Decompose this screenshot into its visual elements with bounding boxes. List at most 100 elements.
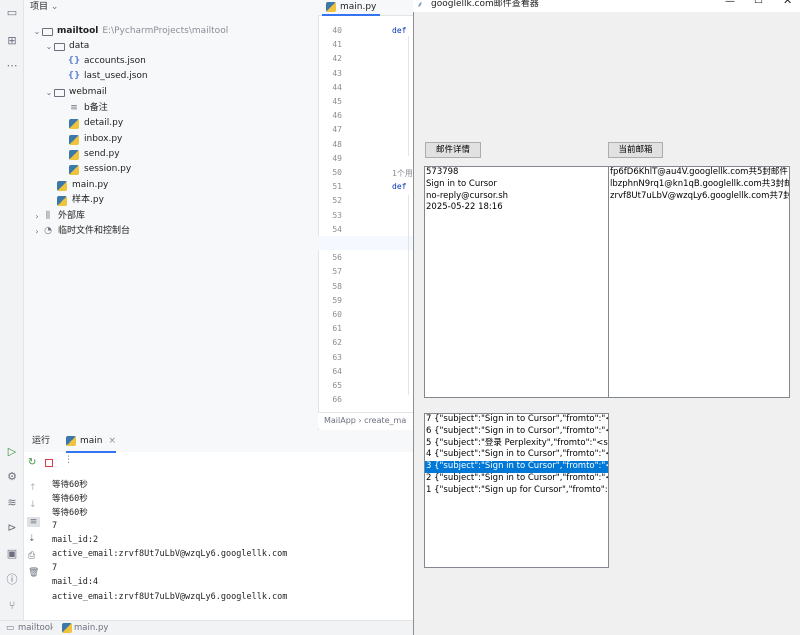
list-item[interactable]: lbzphnN9rq1@kn1qB.googlellk.com共3封邮件 bbox=[609, 179, 789, 191]
current-line-highlight bbox=[318, 236, 413, 250]
mail-detail-button[interactable]: 邮件详情 bbox=[425, 142, 481, 158]
rerun-icon[interactable]: ↻ bbox=[28, 457, 36, 468]
chevron-right-icon[interactable]: › bbox=[32, 224, 42, 239]
line-number: 52 bbox=[332, 196, 342, 206]
list-item[interactable]: 2025-05-22 18:16 bbox=[425, 202, 608, 214]
layers-icon[interactable]: ≋ bbox=[4, 494, 20, 510]
tab-run-main[interactable]: main × bbox=[66, 434, 117, 453]
tree-item-data[interactable]: ⌄ data bbox=[44, 39, 90, 54]
line-number: 59 bbox=[332, 295, 342, 305]
chevron-down-icon[interactable]: ⌄ bbox=[44, 85, 54, 100]
more-icon[interactable]: ⋯ bbox=[4, 57, 20, 73]
status-file[interactable]: main.py bbox=[74, 621, 108, 635]
trash-icon[interactable]: 🗑 bbox=[28, 568, 39, 578]
usage-hint[interactable]: 1个用 bbox=[392, 168, 413, 179]
tree-root[interactable]: ⌄ mailtool E:\PycharmProjects\mailtool bbox=[32, 24, 229, 39]
run-icon[interactable]: ▷ bbox=[4, 443, 20, 459]
editor-tab-bar: main.py bbox=[318, 0, 413, 16]
tree-item-sample-py[interactable]: 样本.py bbox=[56, 193, 104, 208]
list-item[interactable]: zrvf8Ut7uLbV@wzqLy6.googlellk.com共7封邮件 bbox=[609, 191, 789, 203]
tree-item-label: accounts.json bbox=[84, 56, 146, 66]
chevron-down-icon[interactable]: ⌄ bbox=[32, 24, 42, 39]
list-item[interactable]: 6 {"subject":"Sign in to Cursor","fromto… bbox=[425, 426, 608, 438]
tree-item-external-libraries[interactable]: › ⫼ 外部库 bbox=[32, 209, 85, 224]
list-item[interactable]: no-reply@cursor.sh bbox=[425, 191, 608, 203]
tree-item-label: 临时文件和控制台 bbox=[58, 226, 131, 236]
list-item[interactable]: 4 {"subject":"Sign in to Cursor","fromto… bbox=[425, 449, 608, 461]
list-item[interactable]: 573798 bbox=[425, 167, 608, 179]
tree-item-webmail[interactable]: ⌄ webmail bbox=[44, 85, 107, 100]
feather-icon: ⸙ bbox=[417, 0, 423, 9]
mailbox-listbox[interactable]: fp6fD6KhlT@au4V.googlellk.com共5封邮件 lbzphn… bbox=[608, 166, 790, 398]
tree-item-label: main.py bbox=[72, 180, 109, 190]
window-titlebar[interactable]: ⸙ googlellk.com邮件查看器 — ☐ ✕ bbox=[413, 0, 800, 12]
structure-icon[interactable]: ⊞ bbox=[4, 32, 20, 48]
scroll-to-end-icon[interactable]: ⇣ bbox=[28, 534, 36, 544]
arrow-down-icon[interactable]: ↓ bbox=[29, 500, 37, 510]
python-file-icon bbox=[68, 164, 80, 176]
project-panel-header[interactable]: 项目 ⌄ bbox=[24, 0, 318, 16]
run-panel-header: 运行 main × bbox=[24, 430, 413, 453]
soft-wrap-icon[interactable]: ≡ bbox=[27, 517, 40, 527]
tree-item-scratches[interactable]: › ◔ 临时文件和控制台 bbox=[32, 224, 130, 239]
terminal-icon[interactable]: ▣ bbox=[4, 545, 20, 561]
list-item[interactable]: 1 {"subject":"Sign up for Cursor","fromt… bbox=[425, 485, 608, 497]
print-icon[interactable]: ⎙ bbox=[28, 551, 35, 561]
list-item[interactable]: 7 {"subject":"Sign in to Cursor","fromto… bbox=[425, 414, 608, 426]
console-line: 7 bbox=[52, 563, 58, 574]
line-number: 58 bbox=[332, 281, 342, 291]
tool-window-strip: ▭ ⊞ ⋯ ▷ ⚙ ≋ ⊳ ▣ ⓘ ⑂ bbox=[0, 0, 24, 635]
tree-item-inbox-py[interactable]: inbox.py bbox=[68, 132, 122, 147]
status-project[interactable]: mailtool bbox=[18, 621, 52, 635]
list-item[interactable]: Sign in to Cursor bbox=[425, 179, 608, 191]
line-number: 47 bbox=[332, 125, 342, 135]
tree-item-accounts-json[interactable]: {} accounts.json bbox=[68, 54, 146, 69]
minimize-icon[interactable]: — bbox=[725, 0, 735, 7]
console-line: mail_id:2 bbox=[52, 534, 99, 545]
tree-item-label: b备注 bbox=[84, 103, 108, 113]
tab-label: main bbox=[80, 436, 103, 446]
git-icon[interactable]: ⑂ bbox=[4, 597, 20, 613]
tree-item-detail-py[interactable]: detail.py bbox=[68, 116, 123, 131]
chevron-right-icon[interactable]: › bbox=[32, 209, 42, 224]
python-file-icon bbox=[62, 623, 72, 633]
detail-lines: 573798 Sign in to Cursor no-reply@cursor.s… bbox=[425, 167, 608, 214]
list-item[interactable]: fp6fD6KhlT@au4V.googlellk.com共5封邮件 bbox=[609, 167, 789, 179]
list-item[interactable]: 3 {"subject":"Sign in to Cursor","fromto… bbox=[425, 461, 608, 473]
more-options-icon[interactable]: ⋮ bbox=[64, 455, 73, 465]
root-path: E:\PycharmProjects\mailtool bbox=[102, 26, 229, 36]
python-console-icon[interactable]: ⚙ bbox=[4, 468, 20, 484]
project-title[interactable]: 项目 bbox=[30, 2, 48, 12]
list-item[interactable]: 2 {"subject":"Sign in to Cursor","fromto… bbox=[425, 473, 608, 485]
list-item[interactable]: 5 {"subject":"登录 Perplexity","fromto":"<… bbox=[425, 438, 608, 450]
line-number: 49 bbox=[332, 153, 342, 163]
arrow-up-icon[interactable]: ↑ bbox=[29, 483, 37, 493]
chevron-down-icon[interactable]: ⌄ bbox=[44, 39, 54, 54]
tree-item-session-py[interactable]: session.py bbox=[68, 162, 131, 177]
stop-icon[interactable] bbox=[45, 459, 53, 467]
tree-item-last-used-json[interactable]: {} last_used.json bbox=[68, 69, 148, 84]
line-number: 46 bbox=[332, 111, 342, 121]
maximize-icon[interactable]: ☐ bbox=[754, 0, 763, 6]
problems-icon[interactable]: ⓘ bbox=[4, 571, 20, 587]
mail-listbox[interactable]: 7 {"subject":"Sign in to Cursor","fromto… bbox=[424, 413, 609, 568]
console-line: 等待60秒 bbox=[52, 508, 88, 519]
console-line: active_email:zrvf8Ut7uLbV@wzqLy6.googlel… bbox=[52, 549, 288, 559]
run-tool-title[interactable]: 运行 bbox=[32, 434, 50, 448]
close-icon[interactable]: ✕ bbox=[783, 0, 792, 6]
folder-icon[interactable]: ▭ bbox=[4, 4, 20, 20]
services-icon[interactable]: ⊳ bbox=[4, 519, 20, 535]
line-number: 64 bbox=[332, 366, 342, 376]
line-number: 66 bbox=[332, 395, 342, 405]
tree-item-notes[interactable]: ≡ b备注 bbox=[68, 101, 108, 116]
root-name: mailtool bbox=[57, 26, 99, 36]
current-mailbox-button[interactable]: 当前邮箱 bbox=[608, 142, 663, 158]
mail-detail-text[interactable]: 573798 Sign in to Cursor no-reply@cursor.s… bbox=[424, 166, 609, 398]
close-icon[interactable]: × bbox=[109, 434, 117, 448]
tree-item-main-py[interactable]: main.py bbox=[56, 178, 108, 193]
tab-main-py[interactable]: main.py bbox=[322, 0, 381, 16]
tree-item-send-py[interactable]: send.py bbox=[68, 147, 120, 162]
editor-breadcrumb[interactable]: MailApp › create_ma bbox=[318, 412, 413, 428]
line-number: 61 bbox=[332, 324, 342, 334]
console-line: 等待60秒 bbox=[52, 480, 88, 490]
